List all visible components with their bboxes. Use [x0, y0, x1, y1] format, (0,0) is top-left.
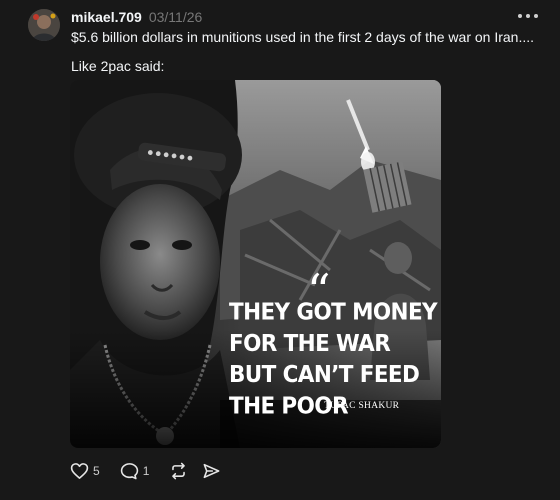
more-icon[interactable] — [518, 9, 538, 23]
timestamp[interactable]: 03/11/26 — [149, 9, 202, 25]
send-icon — [202, 462, 221, 480]
avatar[interactable] — [28, 9, 60, 41]
post-text-line2: Like 2pac said: — [71, 58, 165, 74]
quote-author: TUPAC SHAKUR — [324, 401, 400, 411]
quote-line: BUT CAN’T FEED — [229, 361, 420, 389]
action-bar: 5 1 — [70, 460, 221, 482]
post-header: mikael.709 03/11/26 — [71, 9, 202, 27]
repost-icon — [169, 462, 188, 480]
post: mikael.709 03/11/26 $5.6 billion dollars… — [0, 0, 560, 500]
username[interactable]: mikael.709 — [71, 9, 142, 25]
post-image[interactable]: “ THEY GOT MONEY FOR THE WAR BUT CAN’T F… — [70, 80, 441, 448]
reply-button[interactable]: 1 — [120, 462, 150, 480]
reply-count: 1 — [142, 464, 150, 478]
like-button[interactable]: 5 — [70, 462, 100, 480]
repost-button[interactable] — [169, 462, 188, 480]
post-text-line1: $5.6 billion dollars in munitions used i… — [71, 29, 535, 45]
quote-line: FOR THE WAR — [229, 330, 391, 357]
share-button[interactable] — [202, 462, 221, 480]
quote-line: THEY GOT MONEY — [229, 299, 438, 326]
comment-icon — [120, 462, 139, 480]
heart-icon — [70, 462, 89, 480]
like-count: 5 — [93, 464, 100, 478]
